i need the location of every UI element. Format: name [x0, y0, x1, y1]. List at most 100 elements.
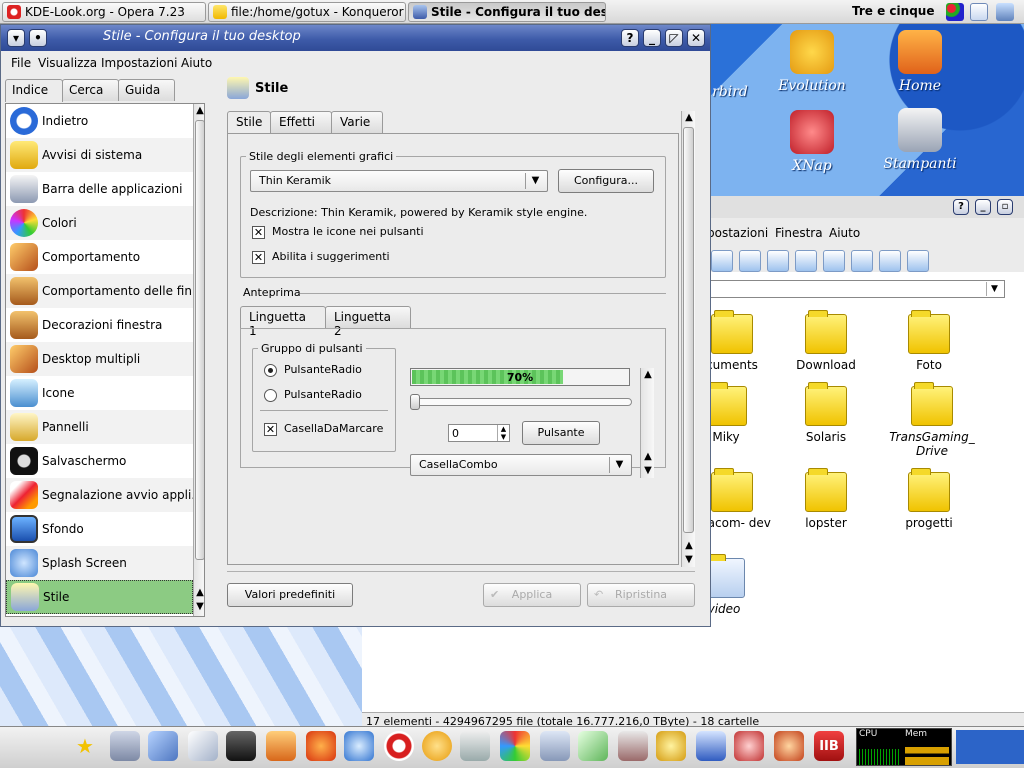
konq-zoom-out-icon[interactable]: [767, 250, 789, 272]
palette-icon[interactable]: [500, 731, 530, 761]
scroll-down-icon[interactable]: ▼: [682, 553, 696, 567]
editor-icon[interactable]: [188, 731, 218, 761]
sticky-button[interactable]: •: [29, 29, 47, 47]
scroll-up-icon[interactable]: ▲: [641, 368, 655, 382]
brush-icon[interactable]: [148, 731, 178, 761]
tab-effects[interactable]: Effetti: [270, 111, 332, 133]
kde-tray-icon[interactable]: [946, 3, 964, 21]
konq-zoom-in-icon[interactable]: [739, 250, 761, 272]
close-button[interactable]: ✕: [687, 29, 705, 47]
konqueror-icon[interactable]: [344, 731, 374, 761]
system-monitor[interactable]: CPU Mem: [856, 728, 952, 766]
nav-item-icons[interactable]: Icone: [6, 376, 193, 410]
apply-button[interactable]: ✔ Applica: [483, 583, 581, 607]
task-opera[interactable]: KDE-Look.org - Opera 7.23: [2, 2, 206, 22]
konq-help-button[interactable]: ?: [953, 199, 969, 215]
media-player-icon[interactable]: [422, 731, 452, 761]
notes-tray-icon[interactable]: [970, 3, 988, 21]
notes-icon[interactable]: [696, 731, 726, 761]
folder-item[interactable]: TransGaming_ Drive: [884, 382, 980, 458]
nav-item-style[interactable]: Stile: [6, 580, 193, 614]
konq-maximize-button[interactable]: ▫: [997, 199, 1013, 215]
folder-item[interactable]: Foto: [889, 310, 969, 372]
desktop-icon-home[interactable]: Home: [880, 30, 960, 94]
tab-style[interactable]: Stile: [227, 111, 271, 134]
sound-icon[interactable]: [460, 731, 490, 761]
tooltips-checkbox[interactable]: ✕: [252, 251, 265, 264]
style-combo[interactable]: Thin Keramik ▼: [250, 170, 548, 192]
opera-icon[interactable]: [384, 731, 414, 761]
nav-item-window-behavior[interactable]: Comportamento delle fin...: [6, 274, 193, 308]
folder-item[interactable]: lopster: [786, 468, 866, 530]
nav-item-colors[interactable]: Colori: [6, 206, 193, 240]
scroll-thumb[interactable]: [683, 127, 694, 533]
nav-item-window-decorations[interactable]: Decorazioni finestra: [6, 308, 193, 342]
nav-item-behavior[interactable]: Comportamento: [6, 240, 193, 274]
burner-icon[interactable]: [774, 731, 804, 761]
spin-box[interactable]: 0 ▲ ▼: [448, 424, 510, 442]
menu-help[interactable]: Aiuto: [181, 56, 212, 70]
konq-icon-view-icon[interactable]: [795, 250, 817, 272]
tab-search[interactable]: Cerca: [62, 79, 119, 101]
menu-file[interactable]: File: [11, 56, 31, 70]
preview-scrollbar[interactable]: ▲ ▲ ▼: [640, 368, 654, 478]
konq-terminal-icon[interactable]: [907, 250, 929, 272]
preview-checkbox[interactable]: ✕: [264, 423, 277, 436]
menu-view[interactable]: Visualizza: [38, 56, 97, 70]
slider-handle[interactable]: [410, 394, 420, 410]
tab-misc[interactable]: Varie: [331, 111, 383, 133]
terminal-icon[interactable]: [226, 731, 256, 761]
mozilla-icon[interactable]: [306, 731, 336, 761]
configure-button[interactable]: Configura...: [558, 169, 654, 193]
radio-1[interactable]: [264, 364, 277, 377]
tab-preview-2[interactable]: Linguetta 2: [325, 306, 411, 338]
defaults-button[interactable]: Valori predefiniti: [227, 583, 353, 607]
tab-index[interactable]: Indice: [5, 79, 63, 102]
konq-menu-help[interactable]: Aiuto: [829, 226, 860, 240]
folder-item[interactable]: Download: [786, 310, 866, 372]
calculator-icon[interactable]: [540, 731, 570, 761]
preview-slider[interactable]: [410, 394, 632, 410]
nav-item-panels[interactable]: Pannelli: [6, 410, 193, 444]
scroll-up-icon[interactable]: ▲: [682, 539, 696, 553]
tab-preview-1[interactable]: Linguetta 1: [240, 306, 326, 338]
scroll-down-icon[interactable]: ▼: [641, 464, 655, 478]
scroll-up-icon[interactable]: ▲: [682, 111, 696, 125]
kate-icon[interactable]: [578, 731, 608, 761]
konq-split-icon[interactable]: [879, 250, 901, 272]
module-scrollbar[interactable]: ▲ ▲ ▼: [681, 111, 695, 567]
desktop-icon-xnap[interactable]: XNap: [772, 110, 852, 174]
nav-item-taskbar[interactable]: Barra delle applicazioni: [6, 172, 193, 206]
tools-icon[interactable]: [618, 731, 648, 761]
nav-scrollbar[interactable]: ▲ ▲ ▼: [193, 104, 204, 616]
scroll-down-icon[interactable]: ▼: [193, 600, 204, 614]
task-konqueror[interactable]: file:/home/gotux - Konqueror: [208, 2, 406, 22]
konq-tool-button[interactable]: [711, 250, 733, 272]
preview-push-button[interactable]: Pulsante: [522, 421, 600, 445]
konq-menu-window[interactable]: Finestra: [775, 226, 823, 240]
desktop-icon-evolution[interactable]: Evolution: [772, 30, 852, 94]
spin-arrows-icon[interactable]: ▲ ▼: [497, 425, 509, 441]
scroll-up-icon[interactable]: ▲: [193, 104, 204, 118]
scroll-thumb[interactable]: [195, 120, 204, 560]
folder-item[interactable]: Solaris: [786, 382, 866, 444]
konq-list-view-icon[interactable]: [823, 250, 845, 272]
user-tray-icon[interactable]: [996, 3, 1014, 21]
nav-item-launch-feedback[interactable]: Segnalazione avvio appli...: [6, 478, 193, 512]
gamepad-icon[interactable]: [110, 731, 140, 761]
scroll-up-icon[interactable]: ▲: [641, 450, 655, 464]
help-button[interactable]: ?: [621, 29, 639, 47]
network-icon[interactable]: [734, 731, 764, 761]
window-menu-button[interactable]: ▾: [7, 29, 25, 47]
nav-item-back[interactable]: Indietro: [6, 104, 193, 138]
nav-item-virtual-desktops[interactable]: Desktop multipli: [6, 342, 193, 376]
reset-button[interactable]: ↶ Ripristina: [587, 583, 695, 607]
preview-combo[interactable]: CasellaCombo ▼: [410, 454, 632, 476]
konq-minimize-button[interactable]: _: [975, 199, 991, 215]
clock[interactable]: Tre e cinque: [852, 4, 934, 18]
menu-settings[interactable]: Impostazioni: [101, 56, 177, 70]
konq-location-field[interactable]: ▼: [705, 280, 1005, 298]
folder-item[interactable]: progetti: [889, 468, 969, 530]
nav-item-screensaver[interactable]: Salvaschermo: [6, 444, 193, 478]
home-icon[interactable]: [266, 731, 296, 761]
